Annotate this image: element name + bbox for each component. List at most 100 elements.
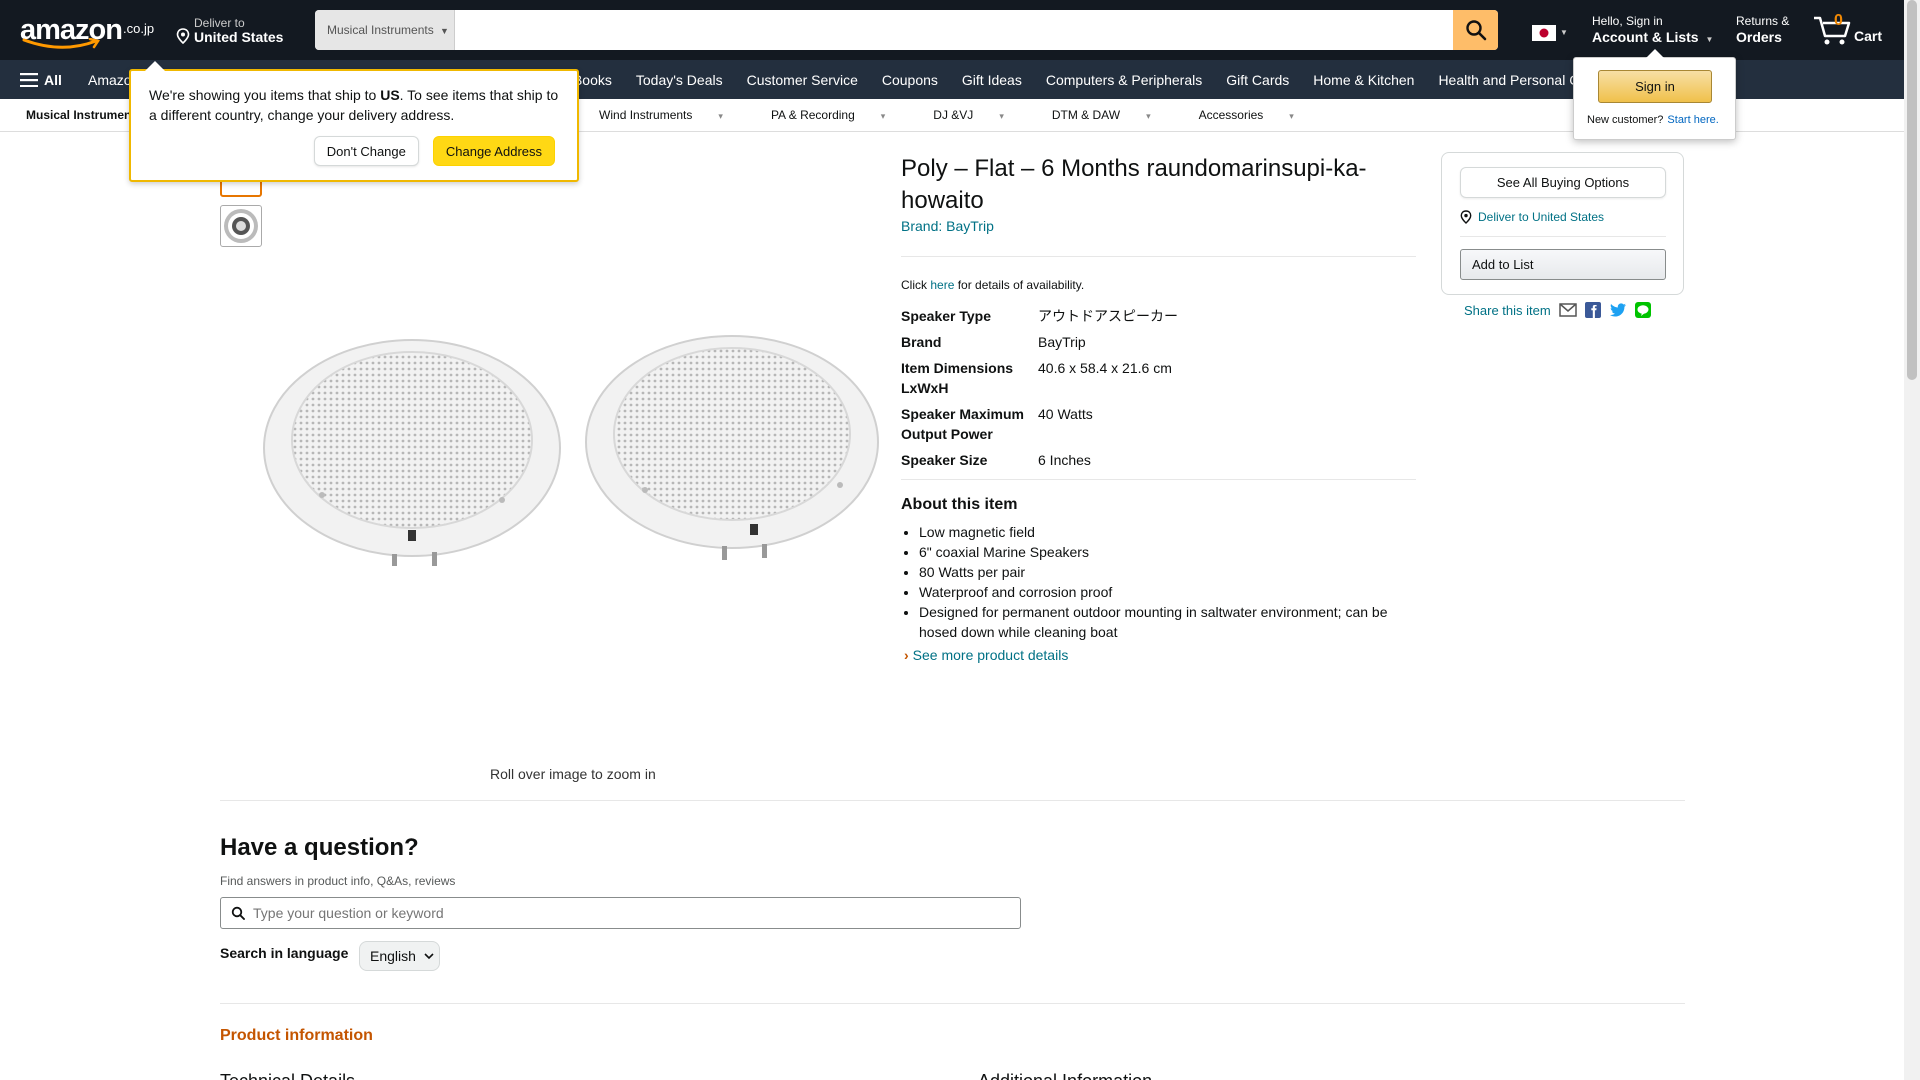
deliver-to-label: Deliver to United States <box>1478 210 1605 224</box>
spec-key: Speaker Maximum Output Power <box>901 406 1024 442</box>
new-customer-text: New customer? Start here. <box>1587 114 1719 126</box>
nav-item-coupons[interactable]: Coupons <box>870 72 950 88</box>
search-category-dropdown[interactable]: Musical Instruments ▼ <box>315 10 455 50</box>
address-country-code: US <box>380 87 400 103</box>
search-icon <box>231 906 245 920</box>
spec-key: Brand <box>901 334 942 350</box>
chevron-down-icon <box>424 952 434 959</box>
scrollbar-thumb[interactable] <box>1907 0 1917 380</box>
section-divider <box>220 1003 1685 1004</box>
spec-value: BayTrip <box>1038 334 1086 350</box>
product-main-image[interactable] <box>262 330 882 580</box>
dont-change-button[interactable]: Don't Change <box>313 136 419 166</box>
language-select-value: English <box>370 948 416 964</box>
spec-row: Speaker Type アウトドアスピーカー <box>901 306 1415 326</box>
top-nav: amazon .co.jp Deliver to United States M… <box>0 0 1904 60</box>
cart-button[interactable]: 0 Cart <box>1812 10 1892 50</box>
question-heading: Have a question? <box>220 834 419 861</box>
deliver-to[interactable]: Deliver to United States <box>176 14 296 48</box>
account-lists[interactable]: Hello, Sign in Account & Lists ▼ <box>1592 14 1722 45</box>
subnav-item-dtm-daw[interactable]: DTM & DAW ▾ <box>1028 108 1175 122</box>
question-input[interactable] <box>253 905 993 921</box>
question-search-box <box>220 897 1021 929</box>
spec-row: Speaker Maximum Output Power 40 Watts <box>901 404 1415 444</box>
caret-down-icon: ▾ <box>880 111 886 121</box>
account-lists-label: Account & Lists <box>1592 29 1699 45</box>
nav-item-customer-service[interactable]: Customer Service <box>735 72 870 88</box>
subnav-label: DJ &VJ <box>933 108 974 122</box>
subnav-item-dj-vj[interactable]: DJ &VJ ▾ <box>909 108 1028 122</box>
about-item: Low magnetic field <box>919 522 1419 542</box>
availability-text: Click here for details of availability. <box>901 278 1084 292</box>
orders-label: Orders <box>1736 29 1782 45</box>
nav-item-gift-ideas[interactable]: Gift Ideas <box>950 72 1034 88</box>
subnav-item-pa-recording[interactable]: PA & Recording ▾ <box>747 108 909 122</box>
spec-value: アウトドアスピーカー <box>1038 308 1178 324</box>
subnav-label: DTM & DAW <box>1051 108 1121 122</box>
availability-link[interactable]: here <box>930 278 954 292</box>
amazon-logo[interactable]: amazon .co.jp <box>20 14 160 49</box>
spec-value: 6 Inches <box>1038 452 1091 468</box>
popover-arrow <box>1646 49 1664 58</box>
hamburger-menu-icon <box>20 72 38 87</box>
deliver-to-link[interactable]: Deliver to United States <box>1460 210 1604 224</box>
facebook-icon[interactable] <box>1584 302 1601 318</box>
line-icon[interactable] <box>1634 302 1651 318</box>
spec-row: Item Dimensions LxWxH 40.6 x 58.4 x 21.6… <box>901 358 1415 398</box>
email-icon[interactable] <box>1558 303 1577 317</box>
subnav-label: PA & Recording <box>770 108 855 122</box>
search-language-label: Search in language <box>220 945 349 961</box>
brand-link[interactable]: Brand: BayTrip <box>901 218 994 234</box>
logo-suffix: .co.jp <box>123 21 155 36</box>
add-to-list-button[interactable]: Add to List <box>1460 249 1666 280</box>
search-button[interactable] <box>1453 10 1498 50</box>
about-item: 6" coaxial Marine Speakers <box>919 542 1419 562</box>
see-more-label: See more product details <box>912 647 1069 663</box>
spec-key: Speaker Type <box>901 308 992 324</box>
spec-row: Brand BayTrip <box>901 332 1415 352</box>
nav-item-computers[interactable]: Computers & Peripherals <box>1034 72 1214 88</box>
nav-item-gift-cards[interactable]: Gift Cards <box>1214 72 1301 88</box>
subnav-item-wind-instruments[interactable]: Wind Instruments ▾ <box>575 108 747 122</box>
buybox-divider <box>1460 236 1666 237</box>
subnav-item-accessories[interactable]: Accessories ▾ <box>1175 108 1318 122</box>
spec-key: Item Dimensions LxWxH <box>901 360 1014 396</box>
zoom-hint: Roll over image to zoom in <box>490 766 656 782</box>
see-all-buying-options-button[interactable]: See All Buying Options <box>1460 167 1666 198</box>
product-information-heading: Product information <box>220 1027 373 1044</box>
spec-value: 40 Watts <box>1038 406 1093 422</box>
language-selector[interactable]: ▼ <box>1528 22 1570 46</box>
account-label: Account & Lists ▼ <box>1592 29 1722 45</box>
about-list: Low magnetic field 6" coaxial Marine Spe… <box>919 522 1419 642</box>
search-input[interactable] <box>455 10 1453 50</box>
twitter-icon[interactable] <box>1609 302 1627 318</box>
caret-down-icon: ▾ <box>999 111 1004 121</box>
start-here-link[interactable]: Start here. <box>1667 114 1718 126</box>
popover-arrow <box>145 61 165 71</box>
nav-item-todays-deals[interactable]: Today's Deals <box>624 72 735 88</box>
caret-down-icon: ▾ <box>1289 111 1294 121</box>
location-pin-icon <box>1460 210 1472 224</box>
all-menu-button[interactable]: All <box>20 60 62 99</box>
about-item: 80 Watts per pair <box>919 562 1419 582</box>
product-title: Poly – Flat – 6 Months raundomarinsupi-k… <box>901 155 1367 214</box>
location-pin-icon <box>176 28 190 44</box>
image-thumbnail-2[interactable] <box>220 205 262 247</box>
language-select[interactable]: English <box>359 941 440 971</box>
search-bar: Musical Instruments ▼ <box>315 10 1498 50</box>
signin-popover: Sign in New customer? Start here. <box>1573 49 1736 140</box>
spec-row: Speaker Size 6 Inches <box>901 450 1415 470</box>
change-address-button[interactable]: Change Address <box>432 136 555 166</box>
returns-orders[interactable]: Returns & Orders <box>1736 14 1806 45</box>
caret-down-icon: ▼ <box>1560 28 1568 37</box>
spec-key: Speaker Size <box>901 452 988 468</box>
cart-count: 0 <box>1834 12 1843 29</box>
caret-down-icon: ▼ <box>1705 35 1714 44</box>
sign-in-button[interactable]: Sign in <box>1598 70 1712 103</box>
availability-prefix: Click <box>901 278 931 292</box>
caret-down-icon: ▼ <box>440 26 449 36</box>
question-subtitle: Find answers in product info, Q&As, revi… <box>220 874 456 888</box>
caret-down-icon: ▾ <box>1146 111 1151 121</box>
see-more-details-link[interactable]: › See more product details <box>904 647 1068 663</box>
nav-item-home-kitchen[interactable]: Home & Kitchen <box>1301 72 1426 88</box>
